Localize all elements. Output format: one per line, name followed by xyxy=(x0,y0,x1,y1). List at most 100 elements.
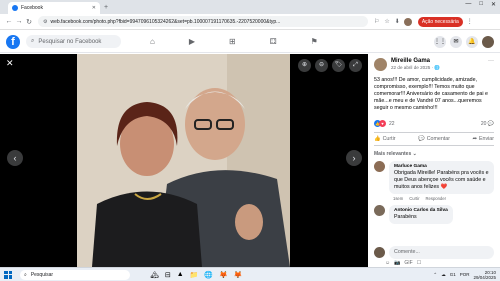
clock-date: 29/04/2025 xyxy=(473,274,496,280)
browser-toolbar: ← → ↻ ⚙ web.facebook.com/photo.php?fbid=… xyxy=(0,14,500,30)
chrome-icon[interactable]: 🌐 xyxy=(204,271,213,279)
browser-menu-icon[interactable]: ⋮ xyxy=(467,18,473,25)
post-caption: 53 anos!!! De amor, cumplicidade, amizad… xyxy=(374,77,488,111)
facebook-logo[interactable]: f xyxy=(6,34,20,49)
reaction-count[interactable]: 22 xyxy=(389,121,395,127)
messenger-icon[interactable]: ✉ xyxy=(450,35,462,48)
zoom-in-icon[interactable]: ⊕ xyxy=(298,59,311,72)
system-tray: ⌃ ☁ G1 POR 20:10 29/04/2025 xyxy=(433,270,496,280)
download-icon[interactable]: ⬇ xyxy=(395,18,400,25)
search-icon: ⌕ xyxy=(24,271,27,278)
marketplace-icon[interactable]: ⊞ xyxy=(229,37,236,46)
comment-meta: 1sem Curtir Responder xyxy=(389,196,494,201)
home-icon[interactable]: ⌂ xyxy=(150,37,155,46)
commenter-name[interactable]: Antonio Carlos da Silva xyxy=(394,208,448,213)
reactions-bar: 👍 ♥ 22 20 💬 xyxy=(374,120,494,127)
task-view-icon[interactable]: ⊟ xyxy=(165,271,171,279)
cloud-icon[interactable]: ☁ xyxy=(441,272,446,278)
like-button[interactable]: 👍 Curtir xyxy=(374,136,396,142)
browser-tab[interactable]: Facebook ✕ xyxy=(8,2,100,14)
tray-expand-icon[interactable]: ⌃ xyxy=(433,272,437,278)
comment-reply-button[interactable]: Responder xyxy=(426,196,447,201)
search-icon: ⌕ xyxy=(31,38,35,44)
love-reaction-icon: ♥ xyxy=(379,120,386,127)
commenter-name[interactable]: Marluce Gama xyxy=(394,164,489,169)
comment-text: Obrigada Mireille! Parabéns pra vocês e … xyxy=(394,170,489,190)
vlc-icon[interactable]: ▲ xyxy=(177,271,184,279)
comment-icon: 💬 xyxy=(418,136,425,142)
windows-start-icon[interactable] xyxy=(4,270,12,279)
comment-text: Parabéns xyxy=(394,214,417,220)
language-label[interactable]: POR xyxy=(460,272,470,277)
reaction-icons[interactable]: 👍 ♥ xyxy=(374,120,386,127)
commenter-avatar[interactable] xyxy=(374,161,385,172)
back-arrow-icon[interactable]: ← xyxy=(4,18,14,25)
facebook-favicon-icon xyxy=(12,5,18,11)
maximize-button[interactable]: □ xyxy=(479,1,483,8)
region-label[interactable]: G1 xyxy=(450,272,456,277)
tab-close-icon[interactable]: ✕ xyxy=(92,5,96,11)
notifications-icon[interactable]: 🔔 xyxy=(466,35,478,48)
new-tab-button[interactable]: + xyxy=(104,2,108,14)
post-details-panel: Mireille Gama 22 de abril de 2025 · 🌐 ··… xyxy=(368,54,500,267)
menu-grid-icon[interactable]: ⋮⋮ xyxy=(434,35,446,48)
windows-taskbar: ⌕ Pesquisar 🏔 ⊟ ▲ 📁 🌐 🦊 🦊 ⌃ ☁ G1 POR 20:… xyxy=(0,267,500,281)
emoji-icon[interactable]: ☺ xyxy=(385,260,390,266)
fullscreen-icon[interactable]: ⤢ xyxy=(349,59,362,72)
next-photo-button[interactable]: › xyxy=(346,150,362,166)
post-actions: 👍 Curtir 💬 Comentar ➦ Enviar xyxy=(374,132,494,146)
camera-icon[interactable]: 📷 xyxy=(394,260,400,266)
gaming-icon[interactable]: ⚑ xyxy=(311,37,318,46)
clock[interactable]: 20:10 29/04/2025 xyxy=(473,270,496,280)
taskbar-search[interactable]: ⌕ Pesquisar xyxy=(20,269,130,280)
sticker-icon[interactable]: ☐ xyxy=(417,260,421,266)
forward-arrow-icon[interactable]: → xyxy=(14,18,24,25)
action-required-button[interactable]: Ação necessária xyxy=(417,16,463,27)
site-info-icon[interactable]: ⚙ xyxy=(43,19,47,25)
comment-bubble: Marluce Gama Obrigada Mireille! Parabéns… xyxy=(389,161,494,194)
zoom-out-icon[interactable]: ⊖ xyxy=(315,59,328,72)
firefox-icon[interactable]: 🦊 xyxy=(219,271,228,279)
account-avatar[interactable] xyxy=(482,35,494,48)
comment-button[interactable]: 💬 Comentar xyxy=(418,136,450,142)
commenter-avatar[interactable] xyxy=(374,205,385,216)
video-icon[interactable]: ▶ xyxy=(189,37,195,46)
taskbar-apps: 🏔 ⊟ ▲ 📁 🌐 🦊 🦊 xyxy=(150,271,243,279)
close-icon[interactable]: ✕ xyxy=(6,58,14,69)
address-bar[interactable]: ⚙ web.facebook.com/photo.php?fbid=994709… xyxy=(38,16,368,27)
close-window-button[interactable]: ✕ xyxy=(491,1,496,8)
search-placeholder: Pesquisar no Facebook xyxy=(38,38,102,45)
widget-icon[interactable]: 🏔 xyxy=(150,271,159,279)
post-date[interactable]: 22 de abril de 2025 · 🌐 xyxy=(391,65,440,71)
share-button[interactable]: ➦ Enviar xyxy=(473,136,494,142)
firefox-alt-icon[interactable]: 🦊 xyxy=(234,271,243,279)
facebook-search-input[interactable]: ⌕ Pesquisar no Facebook xyxy=(26,35,121,48)
profile-avatar[interactable] xyxy=(403,17,412,26)
previous-photo-button[interactable]: ‹ xyxy=(7,150,23,166)
post-author-row: Mireille Gama 22 de abril de 2025 · 🌐 ··… xyxy=(374,58,494,71)
comment-input[interactable]: Comente... xyxy=(389,246,494,259)
my-avatar xyxy=(374,247,385,258)
reading-icon[interactable]: ⚐ xyxy=(374,18,379,25)
comment-time[interactable]: 1sem xyxy=(393,196,403,201)
gif-icon[interactable]: GIF xyxy=(404,260,412,266)
post-options-icon[interactable]: ··· xyxy=(488,58,494,64)
comment-item: Antonio Carlos da Silva Parabéns xyxy=(374,205,494,224)
author-avatar[interactable] xyxy=(374,58,387,71)
like-label: Curtir xyxy=(382,136,396,142)
bookmark-star-icon[interactable]: ☆ xyxy=(384,18,389,25)
comment-count[interactable]: 20 💬 xyxy=(481,121,494,127)
comment-item: Marluce Gama Obrigada Mireille! Parabéns… xyxy=(374,161,494,201)
comment-sort-dropdown[interactable]: Mais relevantes ⌄ xyxy=(374,151,494,157)
thumbs-up-icon: 👍 xyxy=(374,136,381,142)
facebook-header-right: ⋮⋮ ✉ 🔔 xyxy=(434,35,494,48)
minimize-button[interactable]: — xyxy=(465,1,471,8)
author-name[interactable]: Mireille Gama xyxy=(391,58,440,64)
reload-icon[interactable]: ↻ xyxy=(24,18,34,26)
file-explorer-icon[interactable]: 📁 xyxy=(190,271,199,279)
comment-like-button[interactable]: Curtir xyxy=(409,196,419,201)
tag-icon[interactable]: 🏷 xyxy=(332,59,345,72)
comment-label: Comentar xyxy=(426,136,450,142)
groups-icon[interactable]: ⚃ xyxy=(270,37,277,46)
facebook-nav: ⌂ ▶ ⊞ ⚃ ⚑ xyxy=(150,37,318,46)
